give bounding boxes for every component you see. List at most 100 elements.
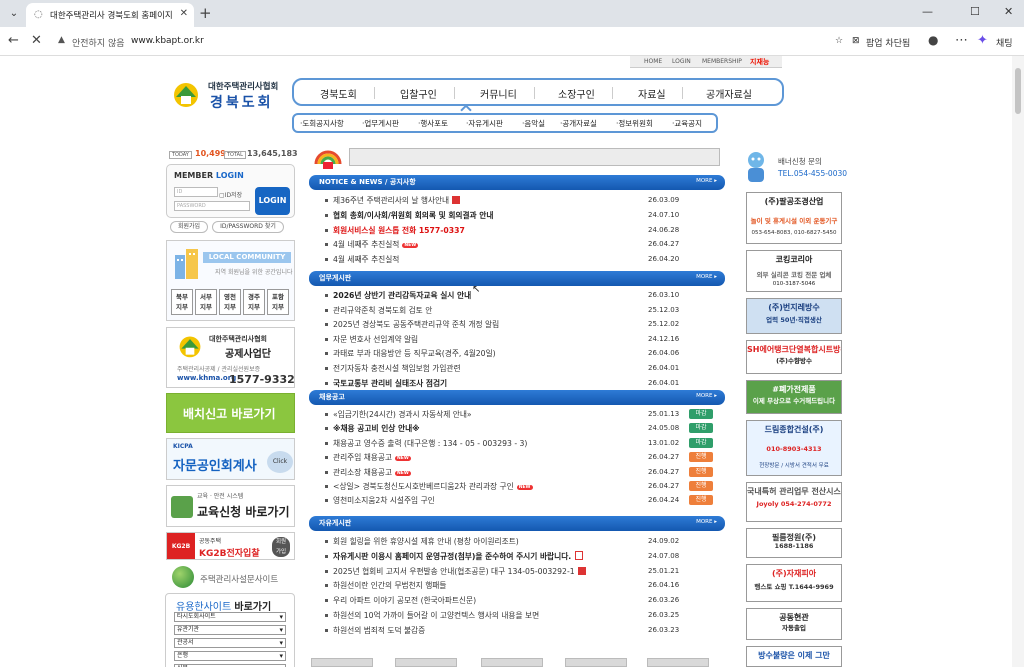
top-badge[interactable]: 지재능 [750,57,769,67]
top-link-home[interactable]: HOME [644,58,662,65]
board-row[interactable]: 과태료 부과 대응방안 등 직무교육(경주, 4월20일) 26.04.06 [319,347,717,360]
top-link-login[interactable]: LOGIN [672,58,691,65]
right-ad-banner[interactable]: 필름정원(주) 1688-1186 [746,528,842,558]
logo-title[interactable]: 경북도회 [210,92,274,112]
subnav-work-board[interactable]: ·업무게시판 [362,118,399,129]
accountant-banner[interactable]: KICPA 자문공인회계사 Click [166,438,295,480]
post-title[interactable]: «입금기한(24시간) 경과시 자동삭제 안내» [333,409,663,420]
right-ad-banner[interactable]: 코킹코리아 외부 실리콘 코킹 전문 업체 010-3187-5046 [746,250,842,292]
free-board-title[interactable]: 자유게시판 [319,518,351,528]
work-board-title[interactable]: 업무게시판 [319,273,351,283]
board-row[interactable]: 협회 총회/이사회/위원회 회의록 및 회의결과 안내 24.07.10 [319,209,717,222]
browser-tab-active[interactable]: ◌ 대한주택관리사 경북도회 홈페이지 ✕ [26,3,194,27]
right-ad-banner[interactable]: 방수불량은 이제 그만 [746,646,842,667]
photo-thumbnail[interactable] [565,658,627,667]
kg2b-banner[interactable]: KG2B 공동주택 KG2B전자입찰 회원 가입 [166,532,295,560]
post-title[interactable]: 회원서비스실 원스톱 전화 1577-0337 [333,225,663,236]
top-link-membership[interactable]: MEMBERSHIP [702,58,742,65]
photo-thumbnail[interactable] [311,658,373,667]
profile-icon[interactable]: ● [928,33,938,47]
right-ad-banner[interactable]: (주)팔공조경산업 놀이 및 휴게시설 이외 운동기구 053-654-8083, … [746,192,842,244]
close-window-button[interactable]: ✕ [1004,5,1013,18]
board-row[interactable]: «입금기한(24시간) 경과시 자동삭제 안내» 25.01.13 마감 [319,408,717,421]
post-title[interactable]: 국토교통부 관리비 실태조사 점검기 [333,378,663,389]
post-title[interactable]: 자문 변호사 선임계약 알림 [333,334,663,345]
gnb-item-manager-jobs[interactable]: 소장구인 [558,86,595,101]
board-row[interactable]: 회원 힐링을 위한 휴양시설 제휴 안내 (평창 아이원리조트) 24.09.02 [319,535,717,548]
board-row[interactable]: 자유게시판 이용시 홈페이지 운영규정(첨부)을 준수하여 주시기 바랍니다. 2… [319,550,717,563]
right-ad-banner[interactable]: (주)자재피아 행스토 쇼핑 T.1644-9969 [746,564,842,602]
jobs-board-more-button[interactable]: MORE ▸ [696,393,717,399]
right-ad-banner[interactable]: 드림종합건설(주) 010-8903-4313 현장방문 / 시방서 견적서 무료 [746,420,842,476]
post-title[interactable]: ※채용 공고비 인상 안내※ [333,423,663,434]
post-title[interactable]: 과태료 부과 대응방안 등 직무교육(경주, 4월20일) [333,348,663,359]
photo-thumbnail[interactable] [395,658,457,667]
post-title[interactable]: 전기자동차 충전시설 책임보험 가입관련 [333,363,663,374]
warning-icon[interactable]: ▲ [58,35,65,45]
subnav-education[interactable]: ·교육공지 [672,118,702,129]
board-row[interactable]: 영천미소지움2차 시설주임 구인 26.04.24 진행 [319,494,717,507]
tab-list-chevron-icon[interactable]: ⌄ [6,6,22,22]
select-related-orgs[interactable]: 유관기관 [174,625,286,635]
select-bank[interactable]: 은행 [174,651,286,661]
gnb-item-archive[interactable]: 자료실 [638,86,666,101]
popup-blocked-label[interactable]: 팝업 차단됨 [866,36,910,49]
post-title[interactable]: 우리 아파트 이야기 공모전 (한국아파트신문) [333,595,663,606]
password-input[interactable]: PASSWORD [174,201,250,211]
board-row[interactable]: 우리 아파트 이야기 공모전 (한국아파트신문) 26.03.26 [319,594,717,607]
gnb-item-bidding[interactable]: 입찰구인 [400,86,437,101]
board-row[interactable]: 관리주임 채용공고 NEW 26.04.27 진행 [319,451,717,464]
deployment-report-banner[interactable]: 배치신고 바로가기 [166,393,295,433]
photo-thumbnail[interactable] [481,658,543,667]
subnav-free-board[interactable]: ·자유게시판 [466,118,503,129]
work-board-more-button[interactable]: MORE ▸ [696,274,717,280]
photo-thumbnail[interactable] [647,658,709,667]
board-row[interactable]: 4월 세째주 추진실적 26.04.20 [319,253,717,266]
post-title[interactable]: 2026년 상반기 관리감독자교육 실시 안내 [333,290,663,301]
right-ad-banner[interactable]: SH에어탱크단열복합시트방수 (주)수향방수 [746,340,842,374]
board-row[interactable]: 관리규약준칙 경북도회 검토 안 25.12.03 [319,304,717,317]
post-title[interactable]: 영천미소지움2차 시설주임 구인 [333,495,663,506]
board-row[interactable]: 하원선이란 인간의 무법천지 행패들 26.04.16 [319,579,717,592]
board-row[interactable]: 회원서비스실 원스톱 전화 1577-0337 24.06.28 [319,224,717,237]
security-label[interactable]: 안전하지 않음 [72,36,125,49]
more-icon[interactable]: ⋯ [955,33,968,48]
board-row[interactable]: 4월 네째주 추진실적 NEW 26.04.27 [319,238,717,251]
subnav-info-committee[interactable]: ·정보위원회 [616,118,653,129]
post-title[interactable]: 관리소장 채용공고 NEW [333,467,663,478]
board-row[interactable]: <상일> 경북도청신도시호반베르디움2차 관리과장 구인 NEW 26.04.27 진… [319,480,717,493]
board-row[interactable]: 관리소장 채용공고 NEW 26.04.27 진행 [319,466,717,479]
post-title[interactable]: <상일> 경북도청신도시호반베르디움2차 관리과장 구인 NEW [333,481,663,492]
url-text[interactable]: www.kbapt.or.kr [131,36,204,46]
board-row[interactable]: 전기자동차 충전시설 책임보험 가입관련 26.04.01 [319,362,717,375]
mutual-aid-banner[interactable]: 대한주택관리사협회 공제사업단 주택관리사공제 / 관리실선원보증 www.kh… [166,327,295,388]
popup-blocked-icon[interactable]: ⊠ [852,36,860,46]
maximize-button[interactable]: ☐ [970,5,980,18]
vertical-scrollbar[interactable] [1012,56,1024,667]
star-icon[interactable]: ☆ [835,36,843,46]
post-title[interactable]: 4월 네째주 추진실적 NEW [333,239,663,250]
post-title[interactable]: 2025년 협회비 고지서 우편발송 안내(협조공문) 대구 134-05-00… [333,566,663,577]
new-tab-button[interactable]: + [199,4,212,22]
select-government[interactable]: 관공서 [174,638,286,648]
chat-label[interactable]: 채팅 [996,36,1013,49]
subnav-music[interactable]: ·음악실 [522,118,545,129]
branch-pohang[interactable]: 포항 지부 [267,289,289,315]
post-title[interactable]: 하원선의 범죄적 도덕 불감증 [333,625,663,636]
post-title[interactable]: 회원 힐링을 위한 휴양시설 제휴 안내 (평창 아이원리조트) [333,536,663,547]
gnb-item-community[interactable]: 커뮤니티 [480,86,517,101]
board-row[interactable]: 하원선의 10억 가까이 들어갈 이 고양컨텍스 행사의 내용을 보면 26.03… [319,609,717,622]
right-ad-banner[interactable]: 공동현관 자동출입 [746,608,842,640]
board-row[interactable]: 2026년 상반기 관리감독자교육 실시 안내 26.03.10 [319,289,717,302]
post-title[interactable]: 자유게시판 이용시 홈페이지 운영규정(첨부)을 준수하여 주시기 바랍니다. [333,550,663,562]
post-title[interactable]: 협회 총회/이사회/위원회 회의록 및 회의결과 안내 [333,210,663,221]
board-row[interactable]: 채용공고 영수증 출력 (대구은행 : 134 - 05 - 003293 - … [319,437,717,450]
subnav-photo[interactable]: ·행사포토 [418,118,448,129]
branch-west[interactable]: 서부 지부 [195,289,217,315]
right-ad-banner[interactable]: 국내특허 관리업무 전산시스템 Joyoly 054-274-0772 [746,482,842,522]
right-ad-banner[interactable]: #폐가전제품 이제 무상으로 수거해드립니다 [746,380,842,414]
board-row[interactable]: 2025년 협회비 고지서 우편발송 안내(협조공문) 대구 134-05-00… [319,565,717,578]
board-row[interactable]: 자문 변호사 선임계약 알림 24.12.16 [319,333,717,346]
select-other-province[interactable]: 타시도회사이트 [174,612,286,622]
post-title[interactable]: 하원선이란 인간의 무법천지 행패들 [333,580,663,591]
